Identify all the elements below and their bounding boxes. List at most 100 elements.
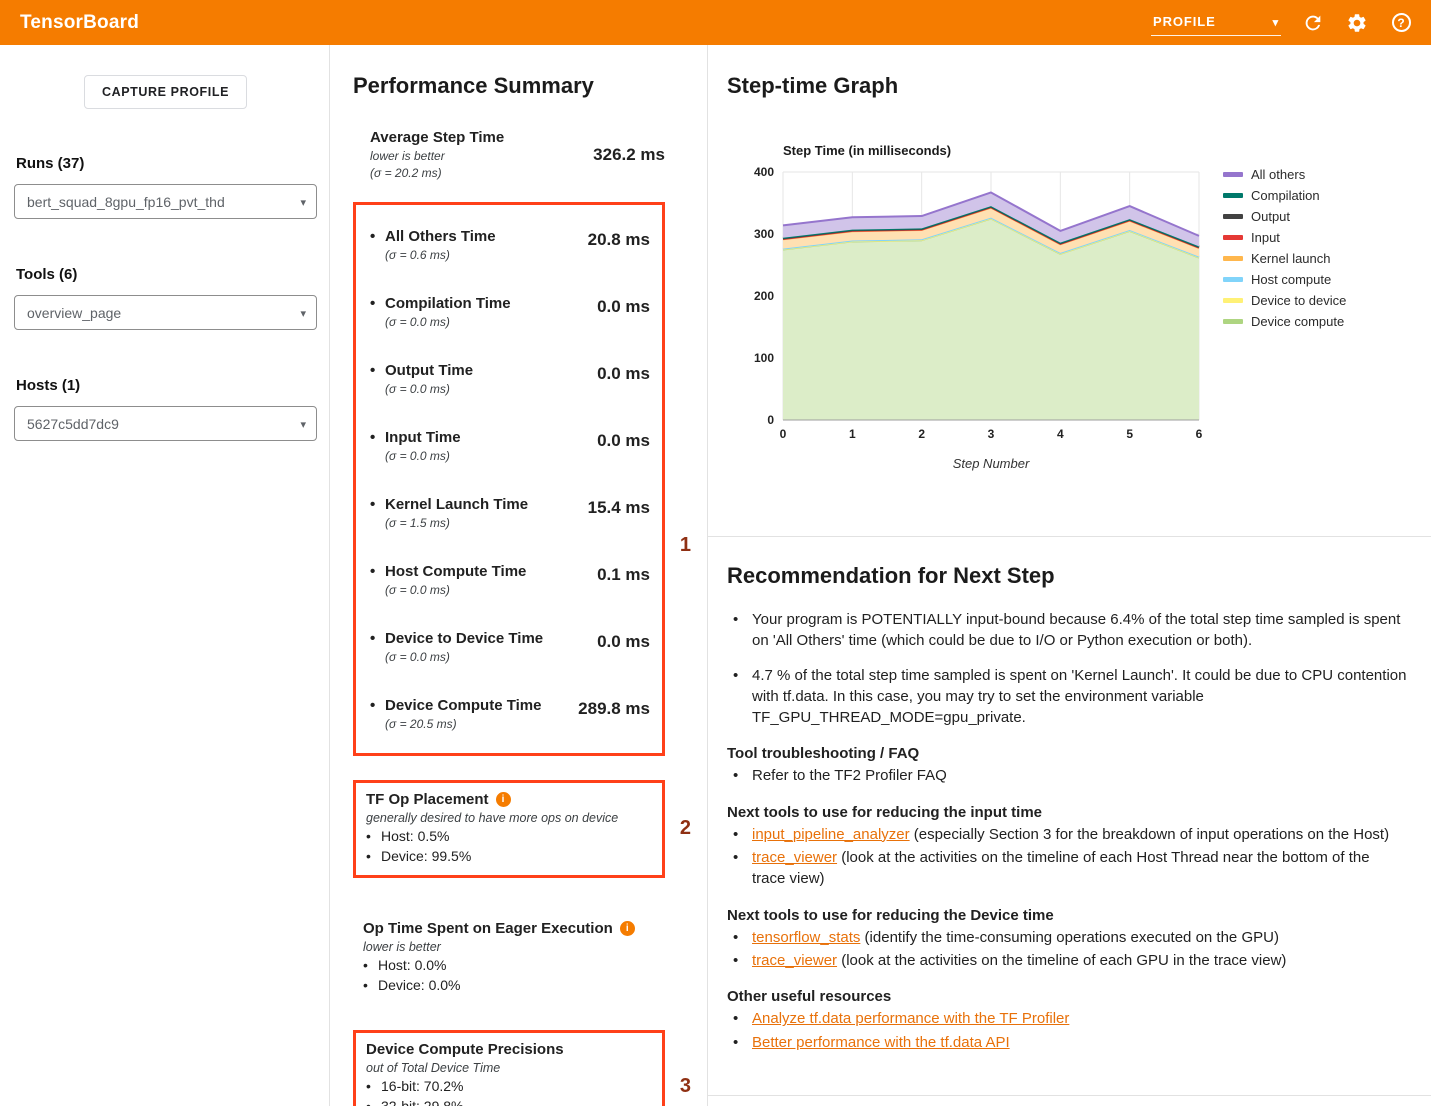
recommendation-item: trace_viewer (look at the activities on … xyxy=(727,950,1407,971)
info-icon[interactable] xyxy=(496,792,511,807)
recommendation-text-segment: (identify the time-consuming operations … xyxy=(860,929,1279,946)
chart-legend: All othersCompilationOutputInputKernel l… xyxy=(1223,168,1346,474)
bullet-icon xyxy=(733,927,748,948)
chevron-down-icon xyxy=(300,415,306,433)
recommendation-bullet: Your program is POTENTIALLY input-bound … xyxy=(727,609,1407,652)
legend-label: Output xyxy=(1251,210,1290,223)
metric-value: 0.0 ms xyxy=(597,297,650,329)
recommendation-section-heading: Other useful resources xyxy=(727,988,1407,1005)
legend-item: All others xyxy=(1223,168,1346,181)
annotation-number-2: 2 xyxy=(680,817,691,840)
bullet-item: Device: 0.0% xyxy=(363,977,665,994)
bullet-item: Host: 0.0% xyxy=(363,957,665,974)
metric-label: Compilation Time xyxy=(385,295,511,312)
eager-title-row: Op Time Spent on Eager Execution xyxy=(363,920,665,937)
metric-label: Host Compute Time xyxy=(385,563,526,580)
runs-label: Runs (37) xyxy=(16,155,317,172)
metric-sigma: (σ = 0.6 ms) xyxy=(385,248,496,262)
recommendation-text-segment: (look at the activities on the timeline … xyxy=(837,952,1286,969)
tf-op-placement-box: TF Op Placement generally desired to hav… xyxy=(353,780,665,878)
chevron-down-icon xyxy=(300,193,306,211)
metric-row: Compilation Time(σ = 0.0 ms)0.0 ms xyxy=(370,278,650,345)
chevron-down-icon xyxy=(300,304,306,322)
bullet-icon xyxy=(733,824,748,845)
recommendation-item: Analyze tf.data performance with the TF … xyxy=(727,1008,1407,1029)
recommendation-link[interactable]: trace_viewer xyxy=(752,952,837,969)
legend-swatch xyxy=(1223,319,1243,324)
recommendation-bullet: 4.7 % of the total step time sampled is … xyxy=(727,665,1407,729)
metric-sigma: (σ = 0.0 ms) xyxy=(385,382,473,396)
bullet-icon xyxy=(370,697,385,714)
step-time-graph-card: Step-time Graph Step Time (in millisecon… xyxy=(708,45,1431,537)
tools-select[interactable]: overview_page xyxy=(14,295,317,330)
bullet-icon xyxy=(366,828,381,845)
legend-swatch xyxy=(1223,172,1243,177)
metrics-annotation-wrap: All Others Time(σ = 0.6 ms)20.8 msCompil… xyxy=(353,202,665,756)
metric-value: 15.4 ms xyxy=(588,498,650,530)
precisions-items: 16-bit: 70.2% 32-bit: 29.8% xyxy=(366,1078,650,1106)
recommendation-title: Recommendation for Next Step xyxy=(727,563,1407,589)
bullet-icon xyxy=(733,1032,748,1053)
metric-row: Input Time(σ = 0.0 ms)0.0 ms xyxy=(370,412,650,479)
bullet-icon xyxy=(370,563,385,580)
bullet-icon xyxy=(366,1098,381,1106)
legend-swatch xyxy=(1223,256,1243,261)
reload-icon[interactable] xyxy=(1301,11,1325,35)
svg-text:0: 0 xyxy=(767,413,774,427)
bullet-icon xyxy=(363,977,378,994)
capture-profile-button[interactable]: CAPTURE PROFILE xyxy=(84,75,247,109)
tf-op-placement-title: TF Op Placement xyxy=(366,791,489,808)
recommendation-link[interactable]: input_pipeline_analyzer xyxy=(752,826,910,843)
bullet-text: 32-bit: 29.8% xyxy=(381,1098,464,1106)
recommendation-sections: Tool troubleshooting / FAQRefer to the T… xyxy=(727,745,1407,1052)
recommendation-bullets: Your program is POTENTIALLY input-bound … xyxy=(727,609,1407,728)
metric-label: Device to Device Time xyxy=(385,630,543,647)
hosts-select[interactable]: 5627c5dd7dc9 xyxy=(14,406,317,441)
annotation-number-3: 3 xyxy=(680,1075,691,1098)
bullet-text: Device: 99.5% xyxy=(381,848,471,865)
recommendation-text-segment: Refer to the TF2 Profiler FAQ xyxy=(752,767,947,784)
performance-summary-title: Performance Summary xyxy=(353,73,707,99)
metric-value: 0.0 ms xyxy=(597,364,650,396)
metric-sigma: (σ = 0.0 ms) xyxy=(385,650,543,664)
bullet-item: 16-bit: 70.2% xyxy=(366,1078,650,1095)
bullet-icon xyxy=(733,609,748,652)
recommendation-link[interactable]: Better performance with the tf.data API xyxy=(752,1034,1010,1051)
recommendation-bullet-text: 4.7 % of the total step time sampled is … xyxy=(752,665,1407,729)
svg-text:5: 5 xyxy=(1126,427,1133,441)
legend-item: Compilation xyxy=(1223,189,1346,202)
bullet-icon xyxy=(370,496,385,513)
metric-label: Device Compute Time xyxy=(385,697,541,714)
recommendation-item-text: Better performance with the tf.data API xyxy=(752,1032,1010,1053)
hosts-label: Hosts (1) xyxy=(16,377,317,394)
metric-sigma: (σ = 20.5 ms) xyxy=(385,717,541,731)
right-panel: Step-time Graph Step Time (in millisecon… xyxy=(708,45,1431,1106)
eager-execution-block: Op Time Spent on Eager Execution lower i… xyxy=(353,920,665,994)
average-step-time-labels: Average Step Time lower is better (σ = 2… xyxy=(370,129,504,180)
runs-select-value: bert_squad_8gpu_fp16_pvt_thd xyxy=(27,194,225,210)
tools-label: Tools (6) xyxy=(16,266,317,283)
bullet-text: 16-bit: 70.2% xyxy=(381,1078,464,1095)
step-time-chart: 01002003004000123456Step Number xyxy=(727,164,1209,474)
dashboard-selector[interactable]: PROFILE xyxy=(1151,10,1281,36)
help-icon[interactable] xyxy=(1389,11,1413,35)
recommendation-link[interactable]: Analyze tf.data performance with the TF … xyxy=(752,1010,1069,1027)
svg-text:400: 400 xyxy=(754,165,774,179)
legend-item: Device to device xyxy=(1223,294,1346,307)
annotation-number-1: 1 xyxy=(680,534,691,557)
recommendation-link[interactable]: tensorflow_stats xyxy=(752,929,860,946)
info-icon[interactable] xyxy=(620,921,635,936)
bullet-icon xyxy=(370,228,385,245)
legend-swatch xyxy=(1223,298,1243,303)
settings-gear-icon[interactable] xyxy=(1345,11,1369,35)
legend-label: Kernel launch xyxy=(1251,252,1331,265)
legend-swatch xyxy=(1223,277,1243,282)
legend-item: Kernel launch xyxy=(1223,252,1346,265)
recommendation-link[interactable]: trace_viewer xyxy=(752,849,837,866)
metric-label: All Others Time xyxy=(385,228,496,245)
metric-value: 0.0 ms xyxy=(597,431,650,463)
recommendation-item-text: Refer to the TF2 Profiler FAQ xyxy=(752,765,947,786)
chart-title: Step Time (in milliseconds) xyxy=(783,143,1431,158)
runs-select[interactable]: bert_squad_8gpu_fp16_pvt_thd xyxy=(14,184,317,219)
recommendation-item-text: trace_viewer (look at the activities on … xyxy=(752,950,1286,971)
